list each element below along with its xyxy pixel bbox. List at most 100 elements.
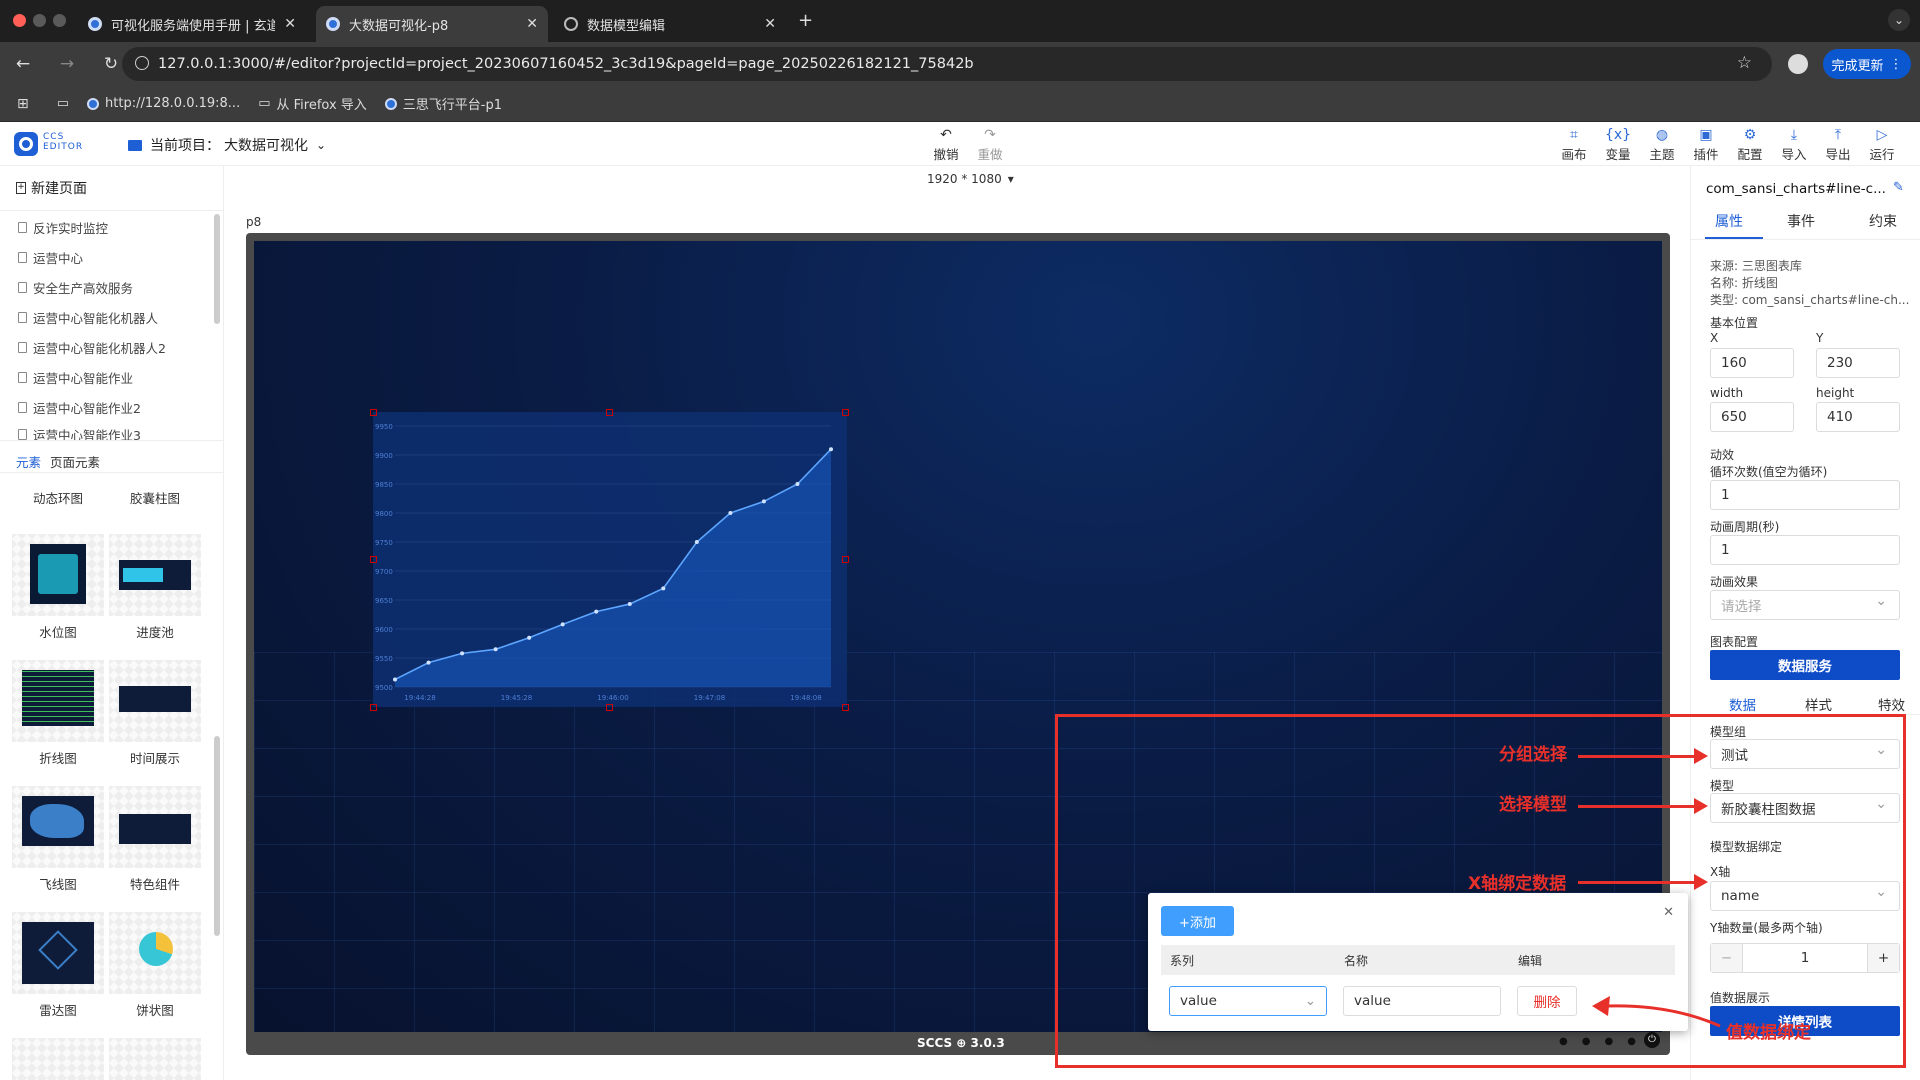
edit-icon[interactable]: ✎ <box>1893 180 1904 195</box>
effect-select[interactable]: 请选择 <box>1710 590 1900 620</box>
component-label[interactable]: 进度池 <box>109 622 201 641</box>
component-thumb[interactable] <box>12 1038 104 1080</box>
canvas-size-select[interactable]: 1920 * 1080 ▾ <box>927 172 1014 186</box>
tool-theme[interactable]: ◍ 主题 <box>1642 127 1682 163</box>
apps-grid-icon[interactable]: ⊞ <box>17 96 29 112</box>
page-list-item[interactable]: 运营中心智能化机器人 <box>18 308 158 327</box>
redo-button[interactable]: ↷ 重做 <box>970 127 1010 163</box>
resize-handle[interactable] <box>370 409 377 416</box>
component-thumb-flyline[interactable] <box>12 786 104 868</box>
loop-count-input[interactable]: 1 <box>1710 480 1900 510</box>
x-input[interactable]: 160 <box>1710 348 1794 378</box>
tab-close-icon[interactable]: ✕ <box>284 16 296 32</box>
data-point <box>694 540 699 544</box>
tab-page-elements[interactable]: 页面元素 <box>50 452 100 471</box>
plugin-icon: ▣ <box>1699 127 1713 143</box>
resize-handle[interactable] <box>606 704 613 711</box>
close-window-icon[interactable] <box>13 14 26 27</box>
component-thumb-pie[interactable] <box>109 912 201 994</box>
project-selector[interactable]: 当前项目： 大数据可视化 ⌄ <box>128 135 326 155</box>
tool-import[interactable]: ⤓ 导入 <box>1774 127 1814 163</box>
tool-canvas[interactable]: ⌗ 画布 <box>1554 127 1594 163</box>
new-tab-icon[interactable]: + <box>798 10 813 31</box>
component-thumb[interactable] <box>109 1038 201 1080</box>
page-list-item[interactable]: 运营中心智能作业3 <box>18 428 141 440</box>
resize-handle[interactable] <box>606 409 613 416</box>
component-thumb-time[interactable] <box>109 660 201 742</box>
page-list-item[interactable]: 运营中心 <box>18 248 83 267</box>
component-thumb-progress[interactable] <box>109 534 201 616</box>
data-point <box>527 635 532 640</box>
tab-elements[interactable]: 元素 <box>16 452 41 471</box>
page-list-scrollbar[interactable] <box>214 214 220 324</box>
component-label[interactable]: 折线图 <box>12 748 104 767</box>
field-label: X <box>1710 331 1719 345</box>
browser-tab[interactable]: 数据模型编辑 ✕ <box>554 6 786 42</box>
line-chart-svg: 9500 9550 9600 9650 9700 9750 9800 9850 9900 9950… <box>373 412 847 707</box>
tab-data[interactable]: 数据 <box>1729 694 1756 714</box>
component-label[interactable]: 胶囊柱图 <box>109 488 201 507</box>
component-label[interactable]: 飞线图 <box>12 874 104 893</box>
line-chart-component[interactable]: 9500 9550 9600 9650 9700 9750 9800 9850 9900 9950… <box>373 412 847 707</box>
page-list-item[interactable]: 运营中心智能化机器人2 <box>18 338 166 357</box>
tab-close-icon[interactable]: ✕ <box>764 16 776 32</box>
tab-close-icon[interactable]: ✕ <box>526 16 538 32</box>
tool-export[interactable]: ⤒ 导出 <box>1818 127 1858 163</box>
component-label[interactable]: 饼状图 <box>109 1000 201 1019</box>
tab-properties[interactable]: 属性 <box>1715 211 1743 231</box>
site-info-icon[interactable] <box>135 56 149 70</box>
period-input[interactable]: 1 <box>1710 535 1900 565</box>
tab-effects[interactable]: 特效 <box>1878 694 1905 714</box>
minimize-window-icon[interactable] <box>33 14 46 27</box>
tab-events[interactable]: 事件 <box>1787 211 1815 231</box>
profile-icon[interactable] <box>1788 54 1808 74</box>
browser-tab[interactable]: 可视化服务端使用手册 | 玄道智 ✕ <box>78 6 306 42</box>
bookmark-star-icon[interactable]: ☆ <box>1737 53 1752 73</box>
resize-handle[interactable] <box>842 409 849 416</box>
update-button[interactable]: 完成更新 ⋮ <box>1823 49 1911 79</box>
page-list-item[interactable]: 运营中心智能作业 <box>18 368 133 387</box>
component-label[interactable]: 雷达图 <box>12 1000 104 1019</box>
reload-icon[interactable]: ↻ <box>98 54 124 74</box>
component-thumb-line[interactable] <box>12 660 104 742</box>
tool-config[interactable]: ⚙ 配置 <box>1730 127 1770 163</box>
component-label[interactable]: 时间展示 <box>109 748 201 767</box>
component-thumb-water[interactable] <box>12 534 104 616</box>
height-input[interactable]: 410 <box>1816 402 1900 432</box>
tool-variables[interactable]: {x} 变量 <box>1598 127 1638 163</box>
undo-button[interactable]: ↶ 撤销 <box>926 127 966 163</box>
component-thumb-feature[interactable] <box>109 786 201 868</box>
data-service-button[interactable]: 数据服务 <box>1710 650 1900 680</box>
component-label[interactable]: 动态环图 <box>12 488 104 507</box>
page-icon <box>18 342 27 353</box>
resize-handle[interactable] <box>370 704 377 711</box>
add-page-icon: + <box>16 182 26 194</box>
resize-handle[interactable] <box>842 704 849 711</box>
address-bar[interactable]: 127.0.0.1:3000/#/editor?projectId=projec… <box>122 47 1772 81</box>
forward-icon[interactable]: → <box>54 54 80 74</box>
y-input[interactable]: 230 <box>1816 348 1900 378</box>
page-list-item[interactable]: 运营中心智能作业2 <box>18 398 141 417</box>
tool-run[interactable]: ▷ 运行 <box>1862 127 1902 163</box>
tab-constraints[interactable]: 约束 <box>1869 211 1897 231</box>
resize-handle[interactable] <box>842 556 849 563</box>
bookmark-folder[interactable]: ▭ 从 Firefox 导入 <box>258 94 367 113</box>
new-page-button[interactable]: + 新建页面 <box>16 178 87 198</box>
page-list-item[interactable]: 安全生产高效服务 <box>18 278 133 297</box>
bookmark-item[interactable]: http://128.0.0.19:8... <box>87 96 240 111</box>
component-list-scrollbar[interactable] <box>214 736 220 936</box>
bookmark-item[interactable]: 三思飞行平台-p1 <box>384 94 502 113</box>
tool-plugins[interactable]: ▣ 插件 <box>1686 127 1726 163</box>
folder-icon[interactable]: ▭ <box>57 96 69 111</box>
browser-tab-active[interactable]: 大数据可视化-p8 ✕ <box>316 6 548 42</box>
component-label[interactable]: 水位图 <box>12 622 104 641</box>
component-thumb-radar[interactable] <box>12 912 104 994</box>
resize-handle[interactable] <box>370 556 377 563</box>
component-label[interactable]: 特色组件 <box>109 874 201 893</box>
maximize-window-icon[interactable] <box>53 14 66 27</box>
page-list-item[interactable]: 反诈实时监控 <box>18 218 108 237</box>
tab-search-icon[interactable]: ⌄ <box>1888 9 1910 31</box>
back-icon[interactable]: ← <box>10 54 36 74</box>
width-input[interactable]: 650 <box>1710 402 1794 432</box>
tab-style[interactable]: 样式 <box>1805 694 1832 714</box>
